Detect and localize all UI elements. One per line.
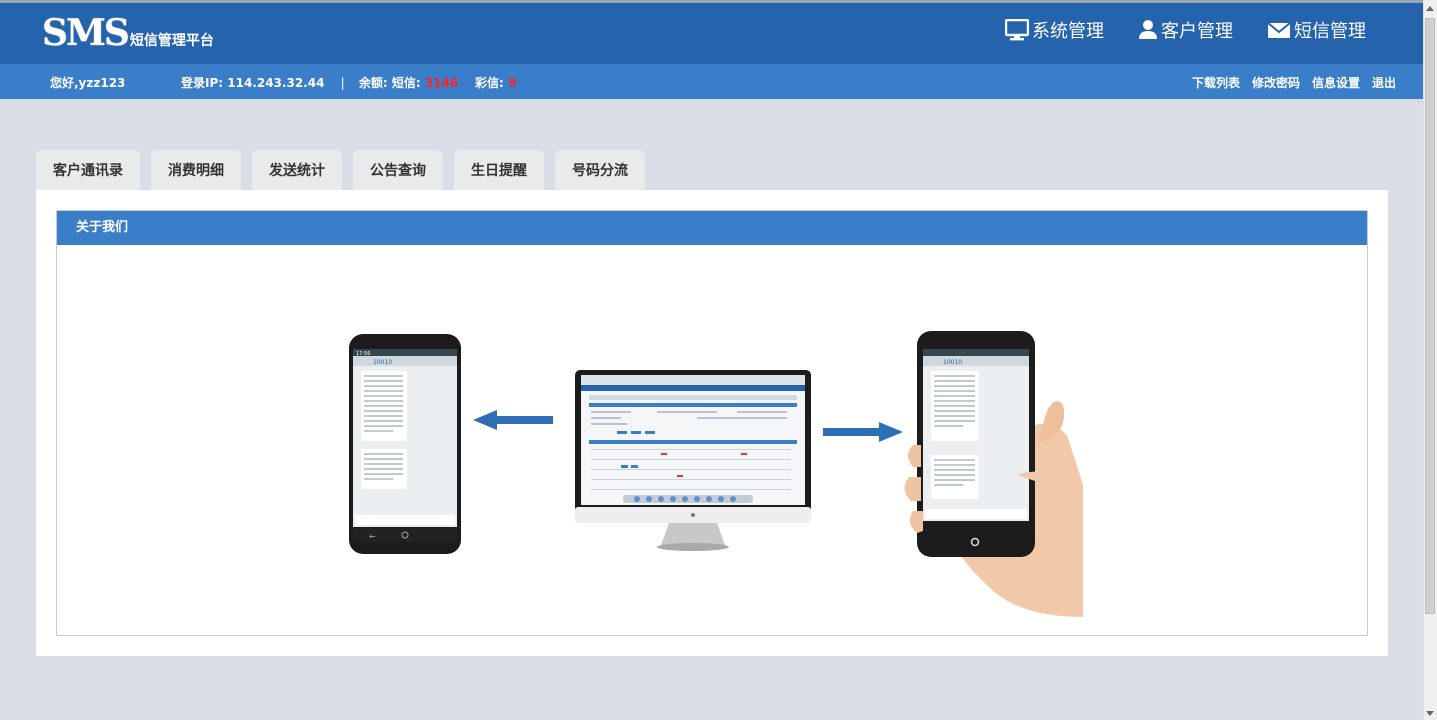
monitor-icon bbox=[1005, 19, 1029, 41]
info-settings-link[interactable]: 信息设置 bbox=[1312, 74, 1360, 91]
nav-label: 系统管理 bbox=[1032, 21, 1104, 42]
right-phone-image: 10010 bbox=[904, 331, 1083, 617]
arrow-left-icon bbox=[473, 410, 553, 430]
tab-send-stats[interactable]: 发送统计 bbox=[252, 150, 342, 190]
user-greeting: 您好,yzz123 bbox=[50, 76, 126, 90]
balance-label: 余额: bbox=[358, 76, 388, 90]
login-ip: 114.243.32.44 bbox=[227, 76, 325, 90]
tab-birthday-reminder[interactable]: 生日提醒 bbox=[454, 150, 544, 190]
nav-sms-management[interactable]: 短信管理 bbox=[1267, 17, 1366, 43]
sms-balance: 3146 bbox=[424, 76, 459, 90]
nav-system-management[interactable]: 系统管理 bbox=[1005, 17, 1104, 43]
left-phone-image: 17:56 10010 ← bbox=[349, 334, 461, 554]
phone-title-text: 10010 bbox=[373, 359, 392, 366]
tab-consumption[interactable]: 消费明细 bbox=[151, 150, 241, 190]
main-nav: 系统管理 客户管理 短信管理 bbox=[1005, 17, 1366, 43]
login-ip-label: 登录IP: bbox=[181, 76, 224, 90]
scroll-thumb[interactable] bbox=[1425, 18, 1435, 614]
tab-bar: 客户通讯录 消费明细 发送统计 公告查询 生日提醒 号码分流 bbox=[36, 150, 645, 190]
brand-logo[interactable]: SMS 短信管理平台 bbox=[42, 13, 214, 53]
logo-text: SMS bbox=[42, 12, 130, 54]
page-scrollbar[interactable] bbox=[1423, 0, 1437, 720]
content-panel: 关于我们 17:56 10010 ← 10010 bbox=[36, 190, 1388, 656]
about-title: 关于我们 bbox=[57, 211, 1367, 245]
phone-title-text: 10010 bbox=[943, 359, 962, 366]
tab-announcements[interactable]: 公告查询 bbox=[353, 150, 443, 190]
svg-text:←: ← bbox=[369, 532, 376, 541]
nav-label: 客户管理 bbox=[1161, 21, 1233, 42]
nav-customer-management[interactable]: 客户管理 bbox=[1138, 17, 1233, 43]
envelope-icon bbox=[1267, 22, 1291, 38]
arrow-right-icon bbox=[823, 422, 903, 442]
logo-subtitle: 短信管理平台 bbox=[129, 33, 214, 49]
about-box: 关于我们 17:56 10010 ← 10010 bbox=[56, 210, 1368, 636]
change-password-link[interactable]: 修改密码 bbox=[1252, 74, 1300, 91]
separator: | bbox=[340, 76, 345, 90]
tab-contacts[interactable]: 客户通讯录 bbox=[36, 150, 140, 190]
tab-number-routing[interactable]: 号码分流 bbox=[555, 150, 645, 190]
scroll-down-icon[interactable] bbox=[1426, 711, 1434, 716]
nav-label: 短信管理 bbox=[1294, 21, 1366, 42]
desktop-monitor-image bbox=[575, 370, 811, 551]
logout-link[interactable]: 退出 bbox=[1372, 74, 1396, 91]
top-header: SMS 短信管理平台 系统管理 客户管理 短信管理 bbox=[0, 0, 1424, 64]
account-info: 登录IP: 114.243.32.44 | 余额: 短信: 3146 彩信: 9 bbox=[181, 74, 516, 91]
user-links: 下载列表 修改密码 信息设置 退出 bbox=[1192, 74, 1396, 91]
sms-label: 短信: bbox=[391, 76, 421, 90]
platform-illustration: 17:56 10010 ← 10010 bbox=[349, 331, 1083, 617]
mms-balance: 9 bbox=[507, 76, 517, 90]
mms-label: 彩信: bbox=[474, 76, 504, 90]
download-list-link[interactable]: 下载列表 bbox=[1192, 74, 1240, 91]
user-info-bar: 您好,yzz123 登录IP: 114.243.32.44 | 余额: 短信: … bbox=[0, 64, 1424, 99]
scroll-up-icon[interactable] bbox=[1426, 6, 1434, 11]
user-icon bbox=[1139, 20, 1157, 39]
